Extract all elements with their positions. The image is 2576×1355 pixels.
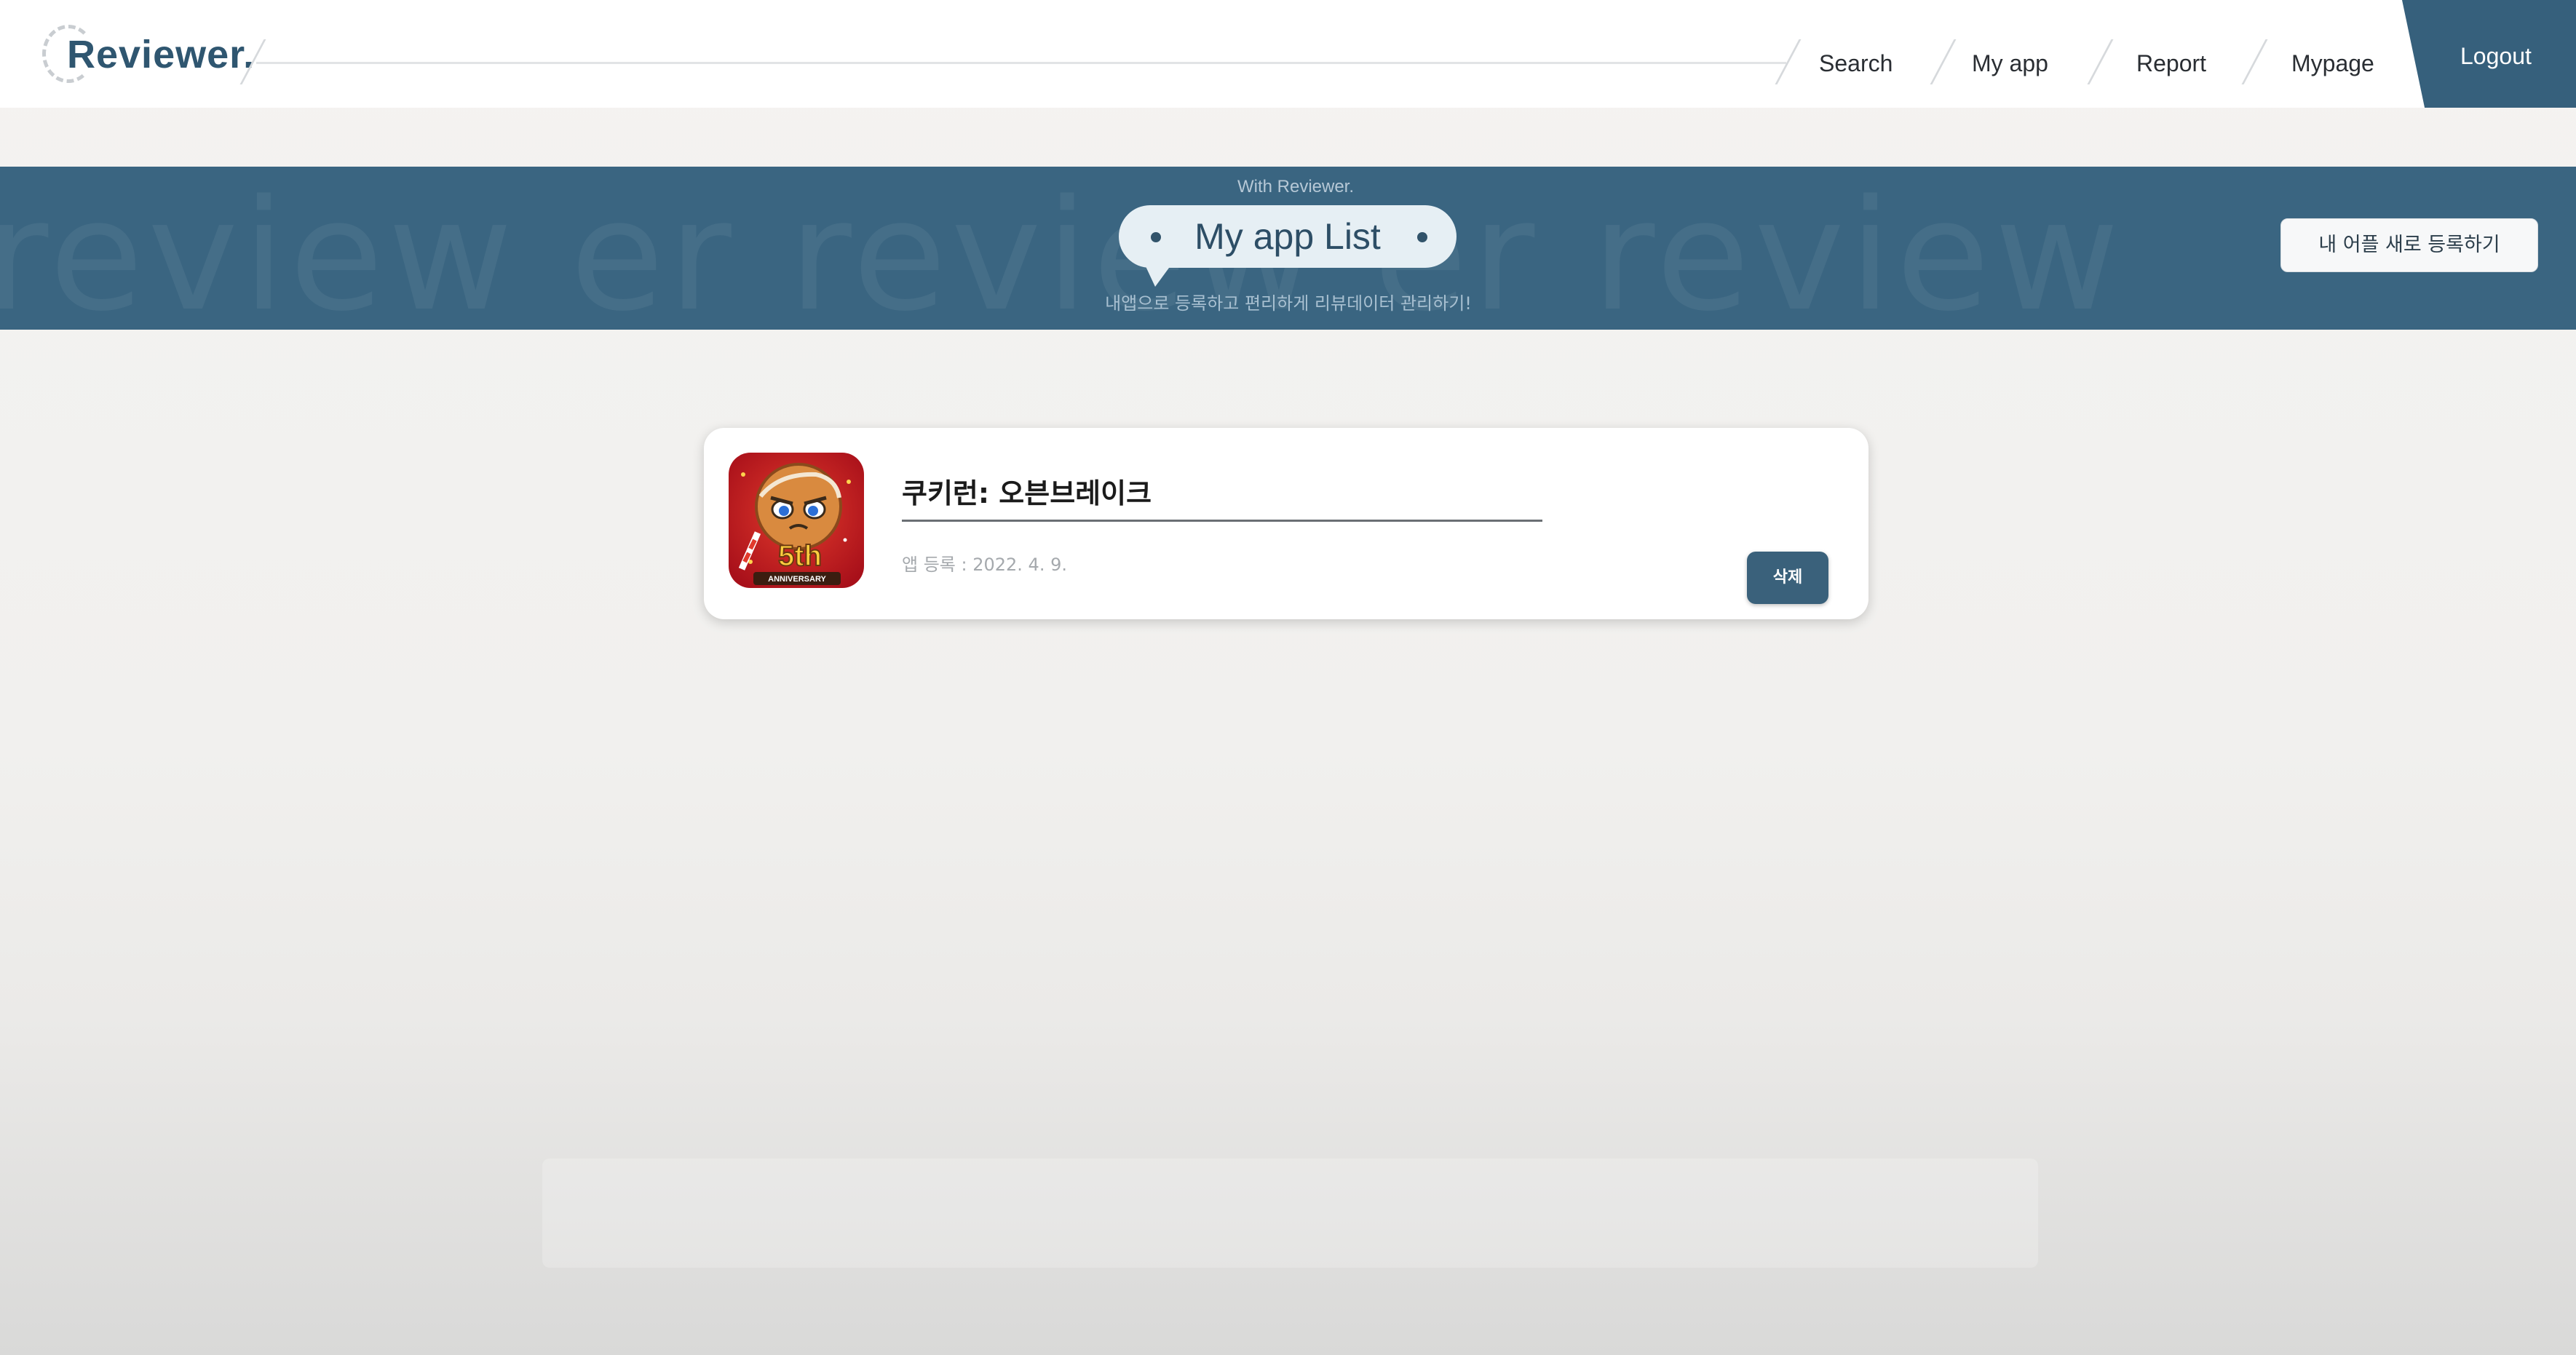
- faded-footer-panel: [542, 1159, 2038, 1268]
- logout-label: Logout: [2460, 43, 2532, 69]
- icon-badge-sub: ANNIVERSARY: [768, 575, 826, 584]
- cookie-run-app-icon[interactable]: 5th ANNIVERSARY: [729, 453, 864, 588]
- app-registered-date: 앱 등록 : 2022. 4. 9.: [902, 555, 1067, 575]
- banner-kicker: With Reviewer.: [1237, 177, 1355, 196]
- logo-text: Reviewer.: [67, 33, 255, 76]
- page-banner: review er review er review With Reviewer…: [0, 167, 2576, 330]
- divider: [1930, 39, 1957, 84]
- title-speech-bubble: My app List: [1119, 205, 1457, 287]
- icon-badge-text: 5th: [778, 540, 822, 572]
- nav-search[interactable]: Search: [1819, 45, 1893, 82]
- nav-report[interactable]: Report: [2136, 45, 2206, 82]
- register-new-app-button[interactable]: 내 어플 새로 등록하기: [2280, 218, 2538, 272]
- app-card: 5th ANNIVERSARY 쿠키런: 오븐브레이크 앱 등록 : 2022.…: [704, 428, 1868, 619]
- reviewer-logo[interactable]: Reviewer.: [42, 22, 255, 87]
- banner-subtitle: 내앱으로 등록하고 편리하게 리뷰데이터 관리하기!: [1105, 293, 1472, 314]
- cookie-run-icon-graphic: 5th ANNIVERSARY: [729, 453, 864, 588]
- delete-app-button[interactable]: 삭제: [1747, 552, 1828, 604]
- logout-button[interactable]: Logout: [2402, 0, 2576, 108]
- divider: [2241, 39, 2268, 84]
- nav-my-app[interactable]: My app: [1972, 45, 2048, 82]
- nav-mypage[interactable]: Mypage: [2291, 45, 2374, 82]
- divider: [2087, 39, 2114, 84]
- header-divider-line: [256, 62, 1786, 64]
- page-title: My app List: [1194, 216, 1381, 257]
- top-navigation-bar: Reviewer. Search My app Report Mypage Lo…: [0, 0, 2576, 108]
- app-name-underline: [902, 520, 1542, 522]
- bubble-dot-icon: [1417, 232, 1427, 242]
- app-name[interactable]: 쿠키런: 오븐브레이크: [902, 472, 1152, 515]
